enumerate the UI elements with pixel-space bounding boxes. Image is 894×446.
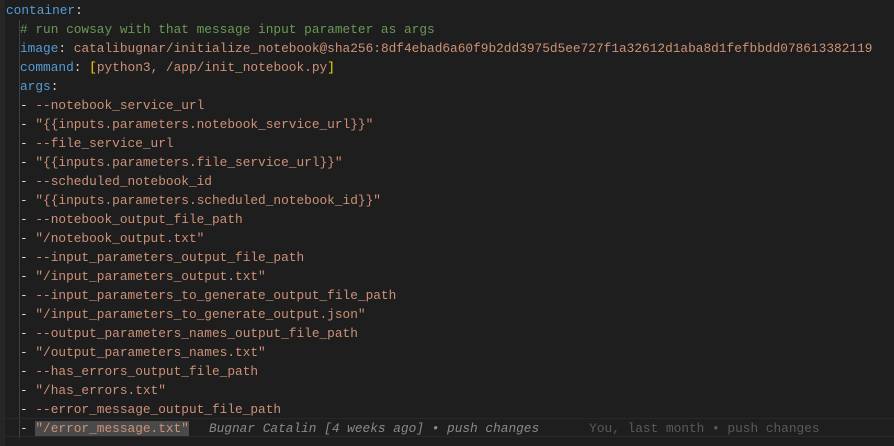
- code-line[interactable]: # run cowsay with that message input par…: [20, 20, 435, 39]
- code-line[interactable]: - "/error_message.txt" Bugnar Catalin [4 …: [20, 419, 820, 438]
- yaml-key: container: [6, 3, 76, 18]
- yaml-value: catalibugnar/initialize_notebook@sha256:…: [73, 41, 873, 56]
- code-line[interactable]: - --has_errors_output_file_path: [20, 362, 258, 381]
- code-line[interactable]: args:: [20, 77, 58, 96]
- code-line[interactable]: - "/has_errors.txt": [20, 381, 166, 400]
- code-line[interactable]: container:: [6, 1, 83, 20]
- arg-item: --notebook_service_url: [35, 98, 205, 113]
- yaml-key: args: [20, 79, 51, 94]
- arg-item: "/input_parameters_to_generate_output.js…: [35, 307, 366, 322]
- code-line[interactable]: - "/input_parameters_to_generate_output.…: [20, 305, 366, 324]
- arg-item: --has_errors_output_file_path: [35, 364, 259, 379]
- code-line[interactable]: - "{{inputs.parameters.notebook_service_…: [20, 115, 373, 134]
- arg-item: "{{inputs.parameters.notebook_service_ur…: [35, 117, 374, 132]
- code-line[interactable]: - "/notebook_output.txt": [20, 229, 204, 248]
- code-line[interactable]: - "{{inputs.parameters.file_service_url}…: [20, 153, 343, 172]
- code-line[interactable]: - --error_message_output_file_path: [20, 400, 281, 419]
- arg-item: "/input_parameters_output.txt": [35, 269, 266, 284]
- code-line[interactable]: - --output_parameters_names_output_file_…: [20, 324, 358, 343]
- code-line[interactable]: - --notebook_output_file_path: [20, 210, 243, 229]
- code-line[interactable]: - "/output_parameters_names.txt": [20, 343, 266, 362]
- arg-item: --error_message_output_file_path: [35, 402, 282, 417]
- arg-item: "/error_message.txt": [35, 421, 189, 436]
- code-line[interactable]: - --scheduled_notebook_id: [20, 172, 212, 191]
- arg-item: --notebook_output_file_path: [35, 212, 243, 227]
- git-blame-annotation: You, last month • push changes: [589, 421, 820, 436]
- arg-item: "/output_parameters_names.txt": [35, 345, 266, 360]
- arg-item: --output_parameters_names_output_file_pa…: [35, 326, 358, 341]
- code-line[interactable]: - "/input_parameters_output.txt": [20, 267, 266, 286]
- comment: # run cowsay with that message input par…: [20, 22, 435, 37]
- yaml-key: command: [20, 60, 74, 75]
- code-line[interactable]: - --file_service_url: [20, 134, 174, 153]
- arg-item: "/has_errors.txt": [35, 383, 166, 398]
- arg-item: --input_parameters_output_file_path: [35, 250, 305, 265]
- arg-item: --scheduled_notebook_id: [35, 174, 212, 189]
- code-editor[interactable]: container: # run cowsay with that messag…: [0, 0, 894, 446]
- code-line[interactable]: - --input_parameters_output_file_path: [20, 248, 304, 267]
- yaml-value: python3, /app/init_notebook.py: [96, 60, 328, 75]
- arg-item: "/notebook_output.txt": [35, 231, 205, 246]
- arg-item: --input_parameters_to_generate_output_fi…: [35, 288, 397, 303]
- gutter: [0, 0, 5, 446]
- arg-item: --file_service_url: [35, 136, 174, 151]
- code-line[interactable]: - "{{inputs.parameters.scheduled_noteboo…: [20, 191, 381, 210]
- yaml-key: image: [20, 41, 59, 56]
- git-blame-inline: Bugnar Catalin [4 weeks ago] • push chan…: [208, 421, 540, 436]
- arg-item: "{{inputs.parameters.file_service_url}}": [35, 155, 343, 170]
- code-line[interactable]: image: catalibugnar/initialize_notebook@…: [20, 39, 872, 58]
- code-line[interactable]: command: [python3, /app/init_notebook.py…: [20, 58, 335, 77]
- code-line[interactable]: - --notebook_service_url: [20, 96, 204, 115]
- arg-item: "{{inputs.parameters.scheduled_notebook_…: [35, 193, 381, 208]
- code-line[interactable]: - --input_parameters_to_generate_output_…: [20, 286, 396, 305]
